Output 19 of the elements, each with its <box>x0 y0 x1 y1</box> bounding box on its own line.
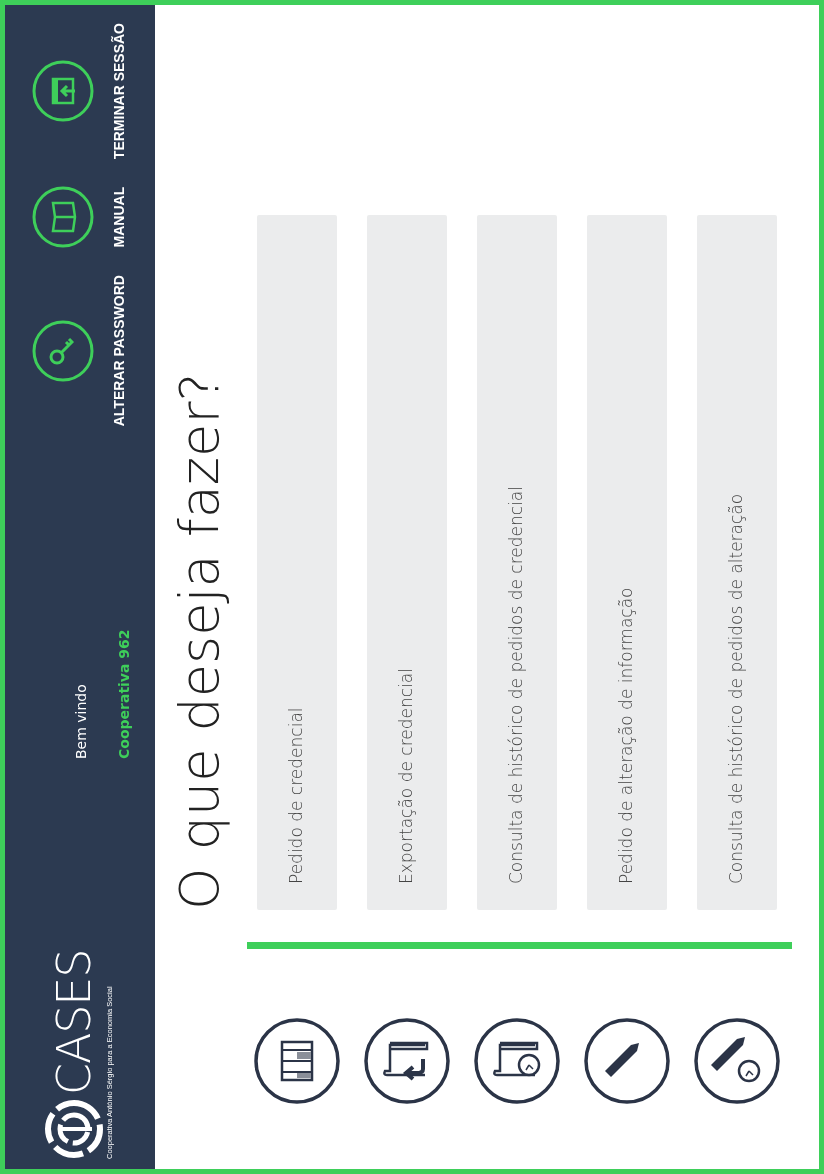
welcome-text: Bem vindo <box>72 683 90 759</box>
header-action-button[interactable]: TERMINAR SESSÃO <box>30 21 130 162</box>
logo-text: CASES <box>51 949 98 1095</box>
logo-icon <box>44 1099 105 1159</box>
columns-icon[interactable] <box>253 1017 341 1105</box>
option-button[interactable]: Exportação de credencial <box>367 215 447 910</box>
pencil-clock-icon[interactable] <box>693 1017 781 1105</box>
option-button[interactable]: Pedido de alteração de informação <box>587 215 667 910</box>
option-button[interactable]: Pedido de credencial <box>257 215 337 910</box>
key-icon <box>30 318 95 383</box>
option-button[interactable]: Consulta de histórico de pedidos de alteração <box>697 215 777 910</box>
pencil-icon[interactable] <box>583 1017 671 1105</box>
book-icon <box>30 185 95 250</box>
exit-icon <box>30 59 95 124</box>
header-action-button[interactable]: ALTERAR PASSWORD <box>30 273 130 429</box>
scroll-clock-icon[interactable] <box>473 1017 561 1105</box>
option-button[interactable]: Consulta de histórico de pedidos de credencial <box>477 215 557 910</box>
header-action-button[interactable]: MANUAL <box>30 183 130 252</box>
user-name: Cooperativa 962 <box>115 629 133 759</box>
